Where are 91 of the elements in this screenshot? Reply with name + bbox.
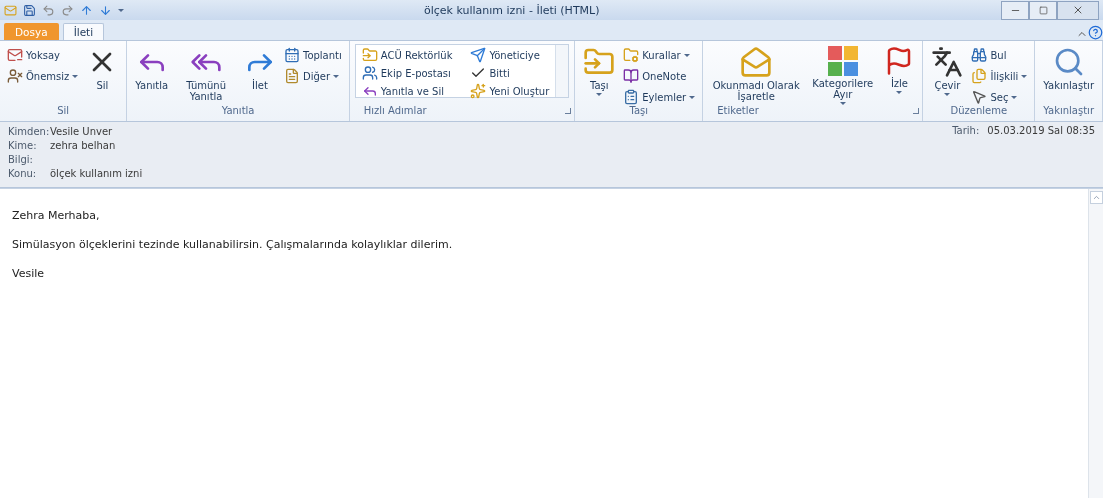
message-paragraph: Zehra Merhaba, <box>12 209 101 222</box>
ribbon-button[interactable]: ACÜ Rektörlük <box>359 46 455 64</box>
ribbon-button[interactable]: İzle <box>881 44 918 96</box>
caret-icon <box>1011 95 1018 99</box>
ribbon-button[interactable]: Seç <box>969 88 1030 106</box>
redo-icon <box>61 3 74 17</box>
ribbon-tab[interactable]: İleti <box>62 23 105 40</box>
ribbon-button[interactable]: OneNote <box>621 67 698 85</box>
send-icon <box>470 47 487 63</box>
caret-icon <box>333 74 340 78</box>
launcher-icon[interactable] <box>565 107 572 114</box>
ribbon-button[interactable]: Ekip E-postası <box>359 64 455 82</box>
ribbon-button[interactable]: Önemsiz <box>5 67 81 85</box>
ribbon-button[interactable]: Çevir <box>928 44 967 98</box>
minimize-button[interactable] <box>1001 0 1029 20</box>
field-value: zehra belhan <box>50 139 117 152</box>
folder-icon <box>623 47 640 63</box>
caret-icon <box>1021 74 1028 78</box>
calendar-icon <box>283 47 300 63</box>
group-label: Hızlı Adımlar <box>363 105 427 116</box>
envelope-icon <box>4 3 17 17</box>
color-squares-icon <box>827 46 858 76</box>
date-value: 05.03.2019 Sal 08:35 <box>987 125 1095 138</box>
field-value: Vesile Unver <box>50 125 114 138</box>
folder-icon <box>361 47 378 63</box>
close-button[interactable] <box>1057 0 1099 20</box>
ribbon-button[interactable]: Taşı <box>580 44 619 98</box>
help-icon <box>1088 25 1103 40</box>
ribbon-button[interactable]: Kurallar <box>621 46 698 64</box>
maximize-button[interactable] <box>1029 0 1057 20</box>
ribbon-button[interactable]: Kategorilere Ayır <box>807 44 879 107</box>
sparkle-icon <box>470 83 487 99</box>
caret-icon <box>72 74 79 78</box>
pointer-icon <box>971 89 988 105</box>
undo-icon <box>42 3 55 17</box>
caret-icon <box>944 93 951 96</box>
field-label: Kime: <box>8 139 38 152</box>
ribbon-button[interactable]: Tümünü Yanıtla <box>174 44 238 104</box>
down-arrow-icon <box>99 3 112 17</box>
group-label: Etiketler <box>717 105 759 116</box>
message-paragraph: Simülasyon ölçeklerini tezinde kullanabilirsin. Çalışmalarında kolaylıklar dilerim. <box>12 238 454 251</box>
notebook-icon <box>623 68 640 84</box>
ribbon-button[interactable]: Okunmadı Olarak İşaretle <box>708 44 805 104</box>
group-label: Yanıtla <box>221 105 255 116</box>
scrollbar[interactable] <box>1088 189 1103 498</box>
caret-icon <box>683 53 690 57</box>
message-paragraph: Vesile <box>12 267 46 280</box>
ribbon-button[interactable]: Bul <box>969 46 1030 64</box>
ribbon-button[interactable]: Eylemler <box>621 88 698 106</box>
caret-icon <box>689 95 696 99</box>
close-icon <box>1072 4 1084 16</box>
up-arrow-icon <box>80 3 93 17</box>
group-label: Düzenleme <box>950 105 1008 116</box>
ribbon-button[interactable]: Yanıtla <box>132 44 172 93</box>
caret-icon <box>596 93 603 96</box>
group-label: Sil <box>57 105 70 116</box>
ribbon-button[interactable]: Bitti <box>468 64 552 82</box>
translate-icon <box>931 46 964 78</box>
binoculars-icon <box>971 47 988 63</box>
group-label: Yakınlaştır <box>1043 105 1094 116</box>
ribbon-button[interactable]: Yeni Oluştur <box>468 82 552 100</box>
ribbon-button[interactable]: Sil <box>83 44 122 93</box>
caret-icon[interactable] <box>118 8 124 12</box>
ribbon-button[interactable]: Yöneticiye <box>468 46 552 64</box>
save-icon <box>23 3 36 17</box>
documents-icon <box>971 68 988 84</box>
field-label: Konu: <box>8 167 38 180</box>
ribbon-button[interactable]: Yoksay <box>5 46 81 64</box>
people-icon <box>361 65 378 81</box>
ribbon-button[interactable]: Yakınlaştır <box>1040 44 1097 93</box>
envelope-icon <box>7 47 23 63</box>
gallery-scrollbar[interactable] <box>555 45 569 97</box>
caret-icon <box>839 102 846 105</box>
field-label: Bilgi: <box>8 153 34 166</box>
group-label: Taşı <box>629 105 648 116</box>
window-title: ölçek kullanım izni - İleti (HTML) <box>424 3 601 17</box>
ribbon-button[interactable]: İlişkili <box>969 67 1030 85</box>
ribbon-button[interactable]: İlet <box>240 44 279 93</box>
envelope-icon <box>740 46 773 78</box>
launcher-icon[interactable] <box>913 107 920 114</box>
field-label: Kimden: <box>8 125 50 138</box>
field-value: ölçek kullanım izni <box>50 167 143 180</box>
maximize-icon <box>1038 5 1048 15</box>
ribbon-button[interactable]: Toplantı <box>281 46 344 64</box>
person-icon <box>7 68 23 84</box>
document-icon <box>283 68 300 84</box>
ribbon-button[interactable]: Yanıtla ve Sil <box>359 82 455 100</box>
clipboard-icon <box>623 89 640 105</box>
field-label: Tarih: <box>952 125 980 138</box>
caret-icon <box>896 91 903 94</box>
ribbon-button[interactable]: Diğer <box>281 67 344 85</box>
